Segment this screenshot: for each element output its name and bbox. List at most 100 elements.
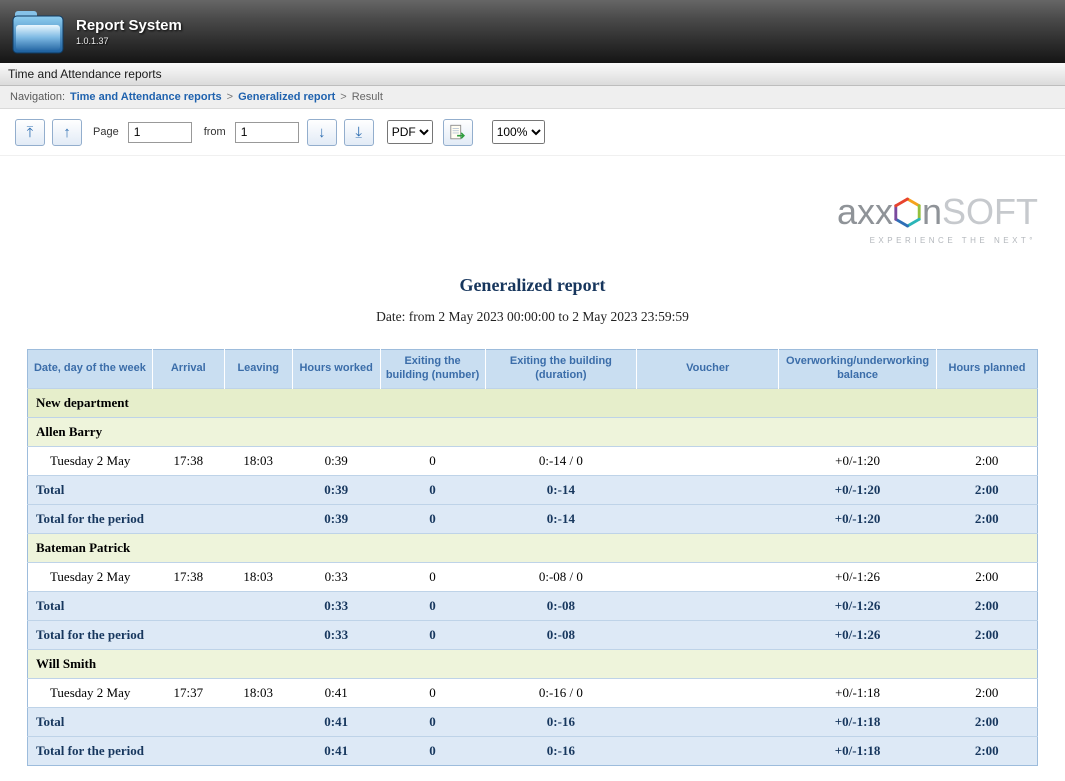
logo-text-soft: SOFT: [942, 194, 1038, 230]
cell: 18:03: [224, 678, 292, 707]
cell: [224, 591, 292, 620]
cell: 0: [380, 736, 485, 765]
table-header-row: Date, day of the weekArrivalLeavingHours…: [28, 350, 1038, 389]
cell: 0:33: [292, 562, 380, 591]
export-icon: [449, 124, 467, 141]
cell: 0: [380, 707, 485, 736]
name-row: Bateman Patrick: [28, 533, 1038, 562]
axxonsoft-wordmark: axx nSOFT: [837, 194, 1038, 230]
cell: Tuesday 2 May: [28, 678, 153, 707]
logo-tagline: EXPERIENCE THE NEXT°: [870, 236, 1038, 245]
toolbar: ⤒ ↑ Page from ↓ ⤓ PDF 100%: [0, 109, 1065, 156]
department-row: New department: [28, 388, 1038, 417]
total-row: Total for the period0:3300:-08+0/-1:262:…: [28, 620, 1038, 649]
arrow-up-icon: ↑: [63, 125, 71, 140]
cell: [637, 591, 779, 620]
cell: 2:00: [937, 736, 1038, 765]
cell: Total for the period: [28, 504, 153, 533]
department-label: New department: [28, 388, 1038, 417]
report-table: Date, day of the weekArrivalLeavingHours…: [27, 349, 1038, 766]
cell: [637, 736, 779, 765]
column-header: Hours worked: [292, 350, 380, 389]
cell: 0:-08: [485, 620, 637, 649]
cell: 2:00: [937, 591, 1038, 620]
cell: 0: [380, 475, 485, 504]
previous-page-button[interactable]: ↑: [52, 119, 82, 146]
page-input[interactable]: [128, 122, 192, 143]
name-row: Will Smith: [28, 649, 1038, 678]
cell: 0:-16: [485, 736, 637, 765]
cell: 2:00: [937, 707, 1038, 736]
cell: +0/-1:18: [779, 678, 937, 707]
cell: 0:-16: [485, 707, 637, 736]
breadcrumb-link-time-attendance-reports[interactable]: Time and Attendance reports: [70, 91, 222, 103]
app-titles: Report System 1.0.1.37: [76, 17, 182, 46]
hexagon-o-icon: [894, 197, 921, 228]
breadcrumb-label: Navigation:: [10, 91, 65, 103]
breadcrumb-current: Result: [352, 91, 383, 103]
cell: +0/-1:18: [779, 707, 937, 736]
app-header: Report System 1.0.1.37: [0, 0, 1065, 63]
first-page-button[interactable]: ⤒: [15, 119, 45, 146]
arrow-down-to-bar-icon: ⤓: [355, 125, 362, 140]
cell: [637, 446, 779, 475]
cell: [152, 504, 224, 533]
export-button[interactable]: [443, 119, 473, 146]
next-page-button[interactable]: ↓: [307, 119, 337, 146]
total-row: Total for the period0:4100:-16+0/-1:182:…: [28, 736, 1038, 765]
cell: 0: [380, 446, 485, 475]
cell: 0:-14: [485, 504, 637, 533]
cell: [637, 678, 779, 707]
page-label: Page: [93, 126, 119, 138]
breadcrumb-separator: >: [340, 91, 346, 103]
last-page-button[interactable]: ⤓: [344, 119, 374, 146]
cell: 2:00: [937, 446, 1038, 475]
cell: 0: [380, 620, 485, 649]
name-row: Allen Barry: [28, 417, 1038, 446]
cell: 0:33: [292, 591, 380, 620]
cell: 0:-08 / 0: [485, 562, 637, 591]
page-count-input[interactable]: [235, 122, 299, 143]
section-title: Time and Attendance reports: [8, 67, 162, 81]
cell: [224, 620, 292, 649]
arrow-down-icon: ↓: [318, 125, 326, 140]
export-format-select[interactable]: PDF: [387, 120, 433, 144]
name-label: Will Smith: [28, 649, 1038, 678]
cell: Total for the period: [28, 620, 153, 649]
cell: 18:03: [224, 562, 292, 591]
cell: +0/-1:20: [779, 475, 937, 504]
cell: [224, 475, 292, 504]
cell: [637, 562, 779, 591]
cell: [224, 504, 292, 533]
cell: 0:41: [292, 707, 380, 736]
cell: 18:03: [224, 446, 292, 475]
cell: +0/-1:20: [779, 446, 937, 475]
breadcrumb-link-generalized-report[interactable]: Generalized report: [238, 91, 335, 103]
total-row: Total for the period0:3900:-14+0/-1:202:…: [28, 504, 1038, 533]
column-header: Arrival: [152, 350, 224, 389]
column-header: Exiting the building (number): [380, 350, 485, 389]
cell: Total for the period: [28, 736, 153, 765]
data-row: Tuesday 2 May17:3818:030:3900:-14 / 0+0/…: [28, 446, 1038, 475]
name-label: Allen Barry: [28, 417, 1038, 446]
axxonsoft-logo: axx nSOFT EXPERIENCE THE NEXT°: [27, 194, 1038, 245]
total-row: Total0:4100:-16+0/-1:182:00: [28, 707, 1038, 736]
zoom-select[interactable]: 100%: [492, 120, 545, 144]
cell: Tuesday 2 May: [28, 562, 153, 591]
cell: [637, 620, 779, 649]
name-label: Bateman Patrick: [28, 533, 1038, 562]
column-header: Overworking/underworking balance: [779, 350, 937, 389]
cell: [224, 736, 292, 765]
app-version: 1.0.1.37: [76, 36, 182, 46]
cell: +0/-1:20: [779, 504, 937, 533]
cell: [637, 707, 779, 736]
cell: 2:00: [937, 562, 1038, 591]
cell: 0: [380, 562, 485, 591]
cell: 0:39: [292, 475, 380, 504]
cell: +0/-1:18: [779, 736, 937, 765]
cell: +0/-1:26: [779, 620, 937, 649]
cell: [152, 707, 224, 736]
total-row: Total0:3300:-08+0/-1:262:00: [28, 591, 1038, 620]
breadcrumb-separator: >: [227, 91, 233, 103]
from-label: from: [204, 126, 226, 138]
